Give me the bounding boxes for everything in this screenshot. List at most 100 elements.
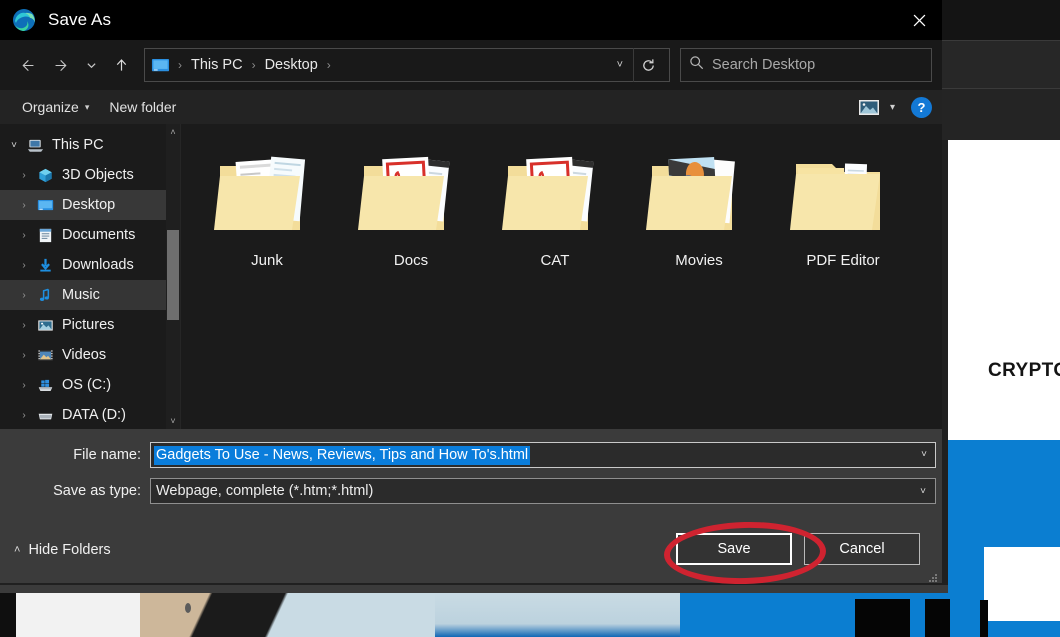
- search-input[interactable]: Search Desktop: [680, 48, 932, 82]
- sidebar-item-label: Pictures: [62, 317, 115, 333]
- pictures-icon: [34, 316, 56, 334]
- new-folder-label: New folder: [109, 99, 177, 115]
- sidebar-item-documents[interactable]: › Documents: [0, 220, 180, 250]
- forward-arrow-icon[interactable]: [44, 48, 78, 82]
- cube-icon: [34, 166, 56, 184]
- background-white-card: [984, 547, 1060, 621]
- chevron-right-icon[interactable]: ›: [14, 290, 34, 301]
- background-page-content: [948, 140, 1060, 440]
- drive-icon: [34, 406, 56, 424]
- chevron-right-icon[interactable]: ›: [14, 320, 34, 331]
- music-note-icon: [34, 286, 56, 304]
- resize-grip-icon[interactable]: [928, 570, 938, 582]
- breadcrumb[interactable]: › This PC › Desktop › ˅: [144, 48, 670, 82]
- save-as-type-label: Save as type:: [53, 483, 141, 499]
- file-item-junk[interactable]: Junk: [195, 140, 339, 300]
- sidebar-item-data-d[interactable]: › DATA (D:): [0, 400, 180, 429]
- chevron-right-icon[interactable]: ›: [14, 380, 34, 391]
- scroll-down-icon[interactable]: ˅: [166, 413, 180, 429]
- file-fields: File name: Gadgets To Use - News, Review…: [0, 429, 942, 517]
- back-arrow-icon[interactable]: [10, 48, 44, 82]
- chevron-up-icon: ˄: [14, 544, 21, 556]
- edge-logo-icon: [12, 8, 36, 32]
- background-crypto-heading: CRYPTO: [988, 360, 1060, 381]
- sidebar-item-this-pc[interactable]: ˅ This PC: [0, 130, 180, 160]
- recent-locations-chevron-down-icon[interactable]: [78, 48, 104, 82]
- sidebar-item-label: Documents: [62, 227, 136, 243]
- download-icon: [34, 256, 56, 274]
- dialog-title: Save As: [48, 10, 112, 29]
- sidebar-item-videos[interactable]: › Videos: [0, 340, 180, 370]
- scrollbar-track[interactable]: [166, 140, 180, 413]
- background-thumbnail-2: [435, 593, 680, 637]
- file-name-dropdown-chevron-down-icon[interactable]: ˅: [912, 442, 936, 466]
- scroll-up-icon[interactable]: ˄: [166, 124, 180, 140]
- sidebar-item-label: 3D Objects: [62, 167, 134, 183]
- file-list[interactable]: Junk Docs CAT Movies PDF Editor: [180, 124, 942, 429]
- breadcrumb-item-this-pc[interactable]: This PC: [186, 57, 248, 73]
- file-name-label: File name:: [73, 447, 141, 463]
- chevron-right-icon[interactable]: ›: [14, 170, 34, 181]
- hide-folders-button[interactable]: ˄ Hide Folders: [14, 542, 111, 558]
- drive-os-icon: [34, 376, 56, 394]
- chevron-down-icon[interactable]: ˅: [911, 479, 935, 503]
- chevron-right-icon[interactable]: ›: [14, 200, 34, 211]
- save-button[interactable]: Save: [676, 533, 792, 565]
- help-button[interactable]: ?: [911, 96, 932, 118]
- file-item-cat[interactable]: PDF CAT: [483, 140, 627, 300]
- organize-button[interactable]: Organize ▾: [12, 94, 99, 120]
- background-thumbnail-bar: [0, 585, 948, 593]
- breadcrumb-item-desktop[interactable]: Desktop: [260, 57, 323, 73]
- sidebar-item-downloads[interactable]: › Downloads: [0, 250, 180, 280]
- refresh-icon[interactable]: [633, 48, 663, 82]
- chevron-right-icon[interactable]: ›: [14, 230, 34, 241]
- up-arrow-icon[interactable]: [104, 48, 138, 82]
- file-name-row: File name: Gadgets To Use - News, Review…: [0, 439, 942, 471]
- sidebar-item-label: OS (C:): [62, 377, 112, 393]
- documents-icon: [34, 226, 56, 244]
- sidebar-item-label: Music: [62, 287, 100, 303]
- save-type-row: Save as type: Webpage, complete (*.htm;*…: [0, 475, 942, 507]
- search-placeholder: Search Desktop: [712, 57, 816, 73]
- chevron-right-icon[interactable]: ›: [14, 260, 34, 271]
- folder-pdf-icon: PDF: [356, 144, 466, 244]
- breadcrumb-dropdown-chevron-down-icon[interactable]: ˅: [609, 59, 631, 71]
- background-thumbnail-3: [680, 593, 980, 637]
- view-layout-icon[interactable]: [858, 99, 880, 116]
- file-name-input[interactable]: Gadgets To Use - News, Reviews, Tips and…: [150, 442, 936, 468]
- file-item-pdf-editor[interactable]: PDF Editor: [771, 140, 915, 300]
- scrollbar-thumb[interactable]: [167, 230, 179, 320]
- sidebar-item-music[interactable]: › Music: [0, 280, 180, 310]
- view-dropdown-chevron-down-icon[interactable]: ▾: [884, 102, 901, 113]
- new-folder-button[interactable]: New folder: [99, 94, 186, 120]
- folder-document-icon: [788, 144, 898, 244]
- file-item-docs[interactable]: PDF Docs: [339, 140, 483, 300]
- file-item-movies[interactable]: Movies: [627, 140, 771, 300]
- search-icon: [689, 55, 704, 75]
- folder-movie-icon: [644, 144, 754, 244]
- chevron-right-icon[interactable]: ›: [14, 350, 34, 361]
- desktop-icon: [34, 196, 56, 214]
- folder-pdf-icon: PDF: [500, 144, 610, 244]
- desktop-icon: [151, 58, 170, 73]
- hide-folders-label: Hide Folders: [28, 542, 111, 558]
- breadcrumb-separator: ›: [251, 58, 256, 72]
- sidebar-item-os-c[interactable]: › OS (C:): [0, 370, 180, 400]
- close-icon[interactable]: [896, 0, 942, 40]
- chevron-right-icon[interactable]: ›: [14, 410, 34, 421]
- sidebar-item-pictures[interactable]: › Pictures: [0, 310, 180, 340]
- file-item-label: Movies: [675, 252, 723, 269]
- save-as-type-select[interactable]: Webpage, complete (*.htm;*.html) ˅: [150, 478, 936, 504]
- navigation-bar: › This PC › Desktop › ˅ Search Desktop: [0, 40, 942, 90]
- background-thumbnail-1: [140, 593, 435, 637]
- sidebar-item-3d-objects[interactable]: › 3D Objects: [0, 160, 180, 190]
- dialog-body: ˅ This PC › 3D Objects › Desktop › Docum…: [0, 124, 942, 429]
- breadcrumb-separator: ›: [178, 58, 182, 72]
- sidebar-item-desktop[interactable]: › Desktop: [0, 190, 180, 220]
- sidebar-scrollbar[interactable]: ˄ ˅: [166, 124, 180, 429]
- chevron-down-icon[interactable]: ˅: [4, 140, 24, 151]
- dialog-titlebar: Save As: [0, 0, 942, 40]
- background-left-edge: [0, 593, 16, 637]
- file-name-value: Gadgets To Use - News, Reviews, Tips and…: [154, 445, 531, 465]
- cancel-button[interactable]: Cancel: [804, 533, 920, 565]
